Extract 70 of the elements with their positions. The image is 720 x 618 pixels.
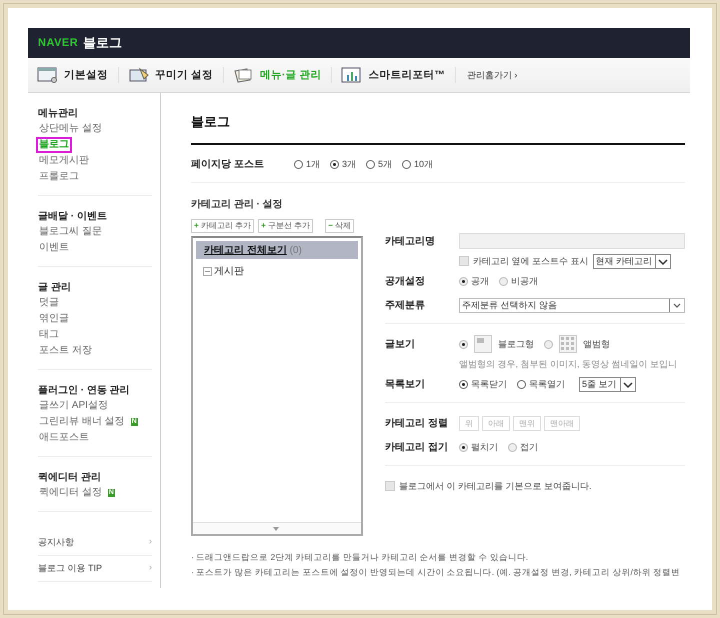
- sidebar-item[interactable]: 상단메뉴 설정: [36, 121, 105, 137]
- sidebar-link[interactable]: 블로그 이용 TIP ›: [38, 556, 152, 582]
- expand-icon[interactable]: [203, 266, 212, 276]
- radio-option[interactable]: 블로그형: [459, 335, 534, 353]
- field-label: 공개설정: [385, 275, 426, 288]
- category-button[interactable]: + 카테고리 추가: [191, 219, 254, 233]
- radio-option[interactable]: 1개: [294, 158, 320, 170]
- sidebar-item[interactable]: 엮인글: [36, 311, 72, 327]
- checkbox-option[interactable]: 카테고리 옆에 포스트수 표시: [459, 254, 589, 268]
- radio-option[interactable]: 3개: [330, 158, 356, 170]
- blog-title: 블로그: [83, 34, 122, 52]
- tree-item[interactable]: 카테고리 전체보기 (0): [196, 241, 358, 259]
- sidebar-item[interactable]: 포스트 저장: [36, 343, 95, 359]
- field-label: 글보기: [385, 338, 416, 351]
- menu-group-title: 글배달 · 이벤트: [38, 210, 108, 223]
- menu-group-title: 플러그인 · 연동 관리: [38, 384, 131, 397]
- note-text: · 드래그앤드랍으로 2단계 카테고리를 만들거나 카테고리 순서를 변경할 수 있습니다.: [191, 551, 530, 564]
- admin-home-link[interactable]: 관리홈가기 ›: [466, 68, 518, 82]
- menu-group-title: 글 관리: [38, 281, 72, 294]
- field-label: 카테고리명: [385, 235, 436, 248]
- radio-option[interactable]: 앨범형: [544, 335, 610, 353]
- radio-option[interactable]: 5개: [366, 158, 392, 170]
- field-label: 주제분류: [385, 299, 426, 312]
- checkbox-option[interactable]: 블로그에서 이 카테고리를 기본으로 보여줍니다.: [385, 480, 592, 492]
- scroll-down-icon[interactable]: [193, 522, 361, 534]
- rows-select[interactable]: 5줄 보기: [579, 376, 636, 392]
- radio-option[interactable]: 10개: [402, 158, 434, 170]
- topic-select[interactable]: 주제분류 선택하지 않음: [459, 298, 685, 312]
- radio-option[interactable]: 비공개: [499, 274, 538, 288]
- note-text: · 포스트가 많은 카테고리는 포스트에 설정이 반영되는데 시간이 소요됩니다. (예. 공개설정 변경, 카테고리 상위/하위 정렬변: [191, 566, 682, 579]
- logo[interactable]: NAVER: [38, 37, 78, 49]
- sidebar-item[interactable]: 글쓰기 API설정: [36, 398, 111, 414]
- category-button[interactable]: + 구분선 추가: [258, 219, 314, 233]
- field-label: 카테고리 접기: [385, 441, 449, 454]
- tree-item[interactable]: 게시판: [193, 259, 361, 283]
- field-label: 목록보기: [385, 378, 426, 391]
- window-icon: [37, 67, 59, 83]
- nav-tab[interactable]: 꾸미기 설정: [128, 67, 224, 83]
- single-post-icon: [474, 335, 492, 353]
- sidebar-item[interactable]: 퀵에디터 설정: [36, 485, 105, 501]
- radio-option[interactable]: 펼치기: [459, 440, 498, 454]
- help-text: 앨범형의 경우, 첨부된 이미지, 동영상 썸네일이 보입니: [459, 358, 678, 370]
- chevron-down-icon: [620, 378, 635, 390]
- menu-group-title: 메뉴관리: [38, 107, 79, 120]
- sidebar-item[interactable]: 프롤로그: [36, 169, 82, 185]
- nav-tab[interactable]: 스마트리포터™: [341, 67, 456, 83]
- menu-group-title: 퀵에디터 관리: [38, 471, 102, 484]
- field-label: 페이지당 포스트: [191, 158, 265, 171]
- sidebar-item[interactable]: 블로그씨 질문: [36, 224, 105, 240]
- page-title: 블로그: [191, 93, 685, 145]
- grid-icon: [559, 335, 577, 353]
- radio-option[interactable]: 접기: [508, 440, 538, 454]
- radio-option[interactable]: 목록열기: [517, 378, 565, 390]
- nav-tab[interactable]: 기본설정: [37, 67, 119, 83]
- picture-frame-icon: [128, 67, 150, 83]
- chart-icon: [341, 67, 364, 83]
- radio-option[interactable]: 공개: [459, 274, 489, 288]
- chevron-down-icon: [655, 254, 670, 268]
- category-button[interactable]: − 삭제: [325, 219, 354, 233]
- category-select[interactable]: 현재 카테고리: [592, 254, 672, 268]
- radio-option[interactable]: 목록닫기: [459, 378, 507, 390]
- sidebar-item[interactable]: 그린리뷰 배너 설정: [36, 414, 128, 430]
- sidebar-item[interactable]: 이벤트: [36, 240, 72, 256]
- sidebar-item[interactable]: 애드포스트: [36, 430, 92, 446]
- section-title: 카테고리 관리 · 설정: [191, 198, 284, 212]
- sidebar-item[interactable]: 덧글: [36, 295, 62, 311]
- field-label: 카테고리 정렬: [385, 417, 449, 430]
- sidebar-item[interactable]: 메모게시판: [36, 153, 92, 169]
- sidebar-link[interactable]: 공지사항 ›: [38, 530, 152, 556]
- sidebar-item[interactable]: 태그: [36, 327, 62, 343]
